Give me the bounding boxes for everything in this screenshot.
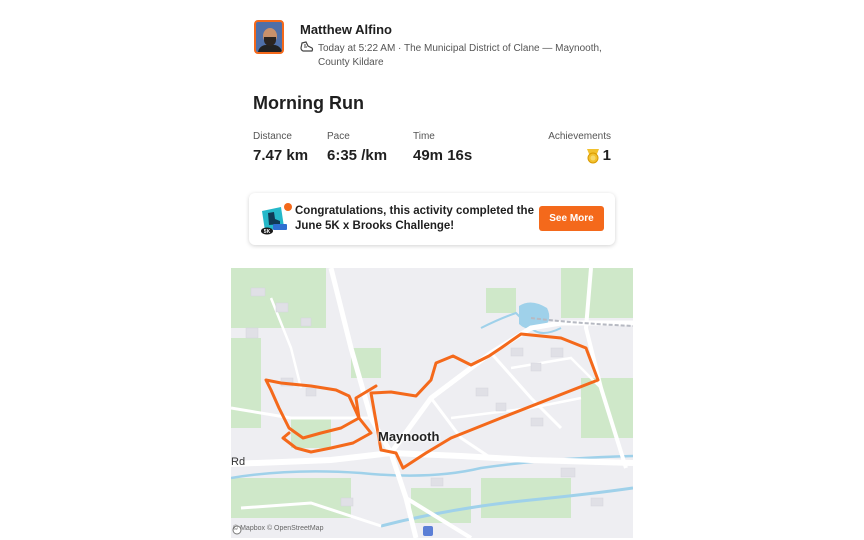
badge-text: 5K [264, 229, 271, 235]
road-label: Rd [231, 456, 246, 468]
stat-time: Time 49m 16s [413, 131, 472, 164]
stat-value: 49m 16s [413, 147, 473, 164]
bus-stop-icon [423, 526, 433, 536]
achievements-count: 1 [602, 147, 611, 164]
stat-achievements[interactable]: Achievements 1 [548, 131, 611, 164]
see-more-button[interactable]: See More [539, 206, 604, 231]
stat-pace: Pace 6:35 /km [327, 131, 387, 164]
stat-value: 6:35 /km [327, 147, 388, 164]
challenge-badge-icon: 5K [261, 203, 292, 235]
route-map[interactable]: Maynooth Rd © Mapbox © OpenStreetMap [231, 268, 633, 538]
activity-location-county: County Kildare [318, 57, 384, 68]
stat-label: Achievements [548, 131, 611, 142]
challenge-banner[interactable]: 5K Congratulations, this activity comple… [249, 193, 615, 245]
stat-label: Distance [253, 131, 292, 142]
activity-datetime-location: Today at 5:22 AM · The Municipal Distric… [318, 43, 602, 54]
activity-title: Morning Run [253, 93, 364, 113]
medal-icon [586, 148, 599, 163]
stat-label: Pace [327, 131, 350, 142]
town-label: Maynooth [378, 429, 440, 444]
challenge-message: Congratulations, this activity completed… [295, 205, 534, 232]
stat-label: Time [413, 131, 435, 142]
map-canvas[interactable] [231, 268, 633, 538]
shoe-icon [300, 41, 314, 52]
stat-value: 7.47 km [253, 147, 309, 164]
activity-meta: Today at 5:22 AM · The Municipal Distric… [300, 41, 620, 70]
athlete-avatar[interactable] [254, 20, 284, 54]
stat-distance: Distance 7.47 km [253, 131, 308, 164]
map-attribution[interactable]: © Mapbox © OpenStreetMap [233, 525, 323, 532]
challenge-badge: 5K [259, 203, 293, 235]
athlete-name[interactable]: Matthew Alfino [300, 22, 392, 37]
